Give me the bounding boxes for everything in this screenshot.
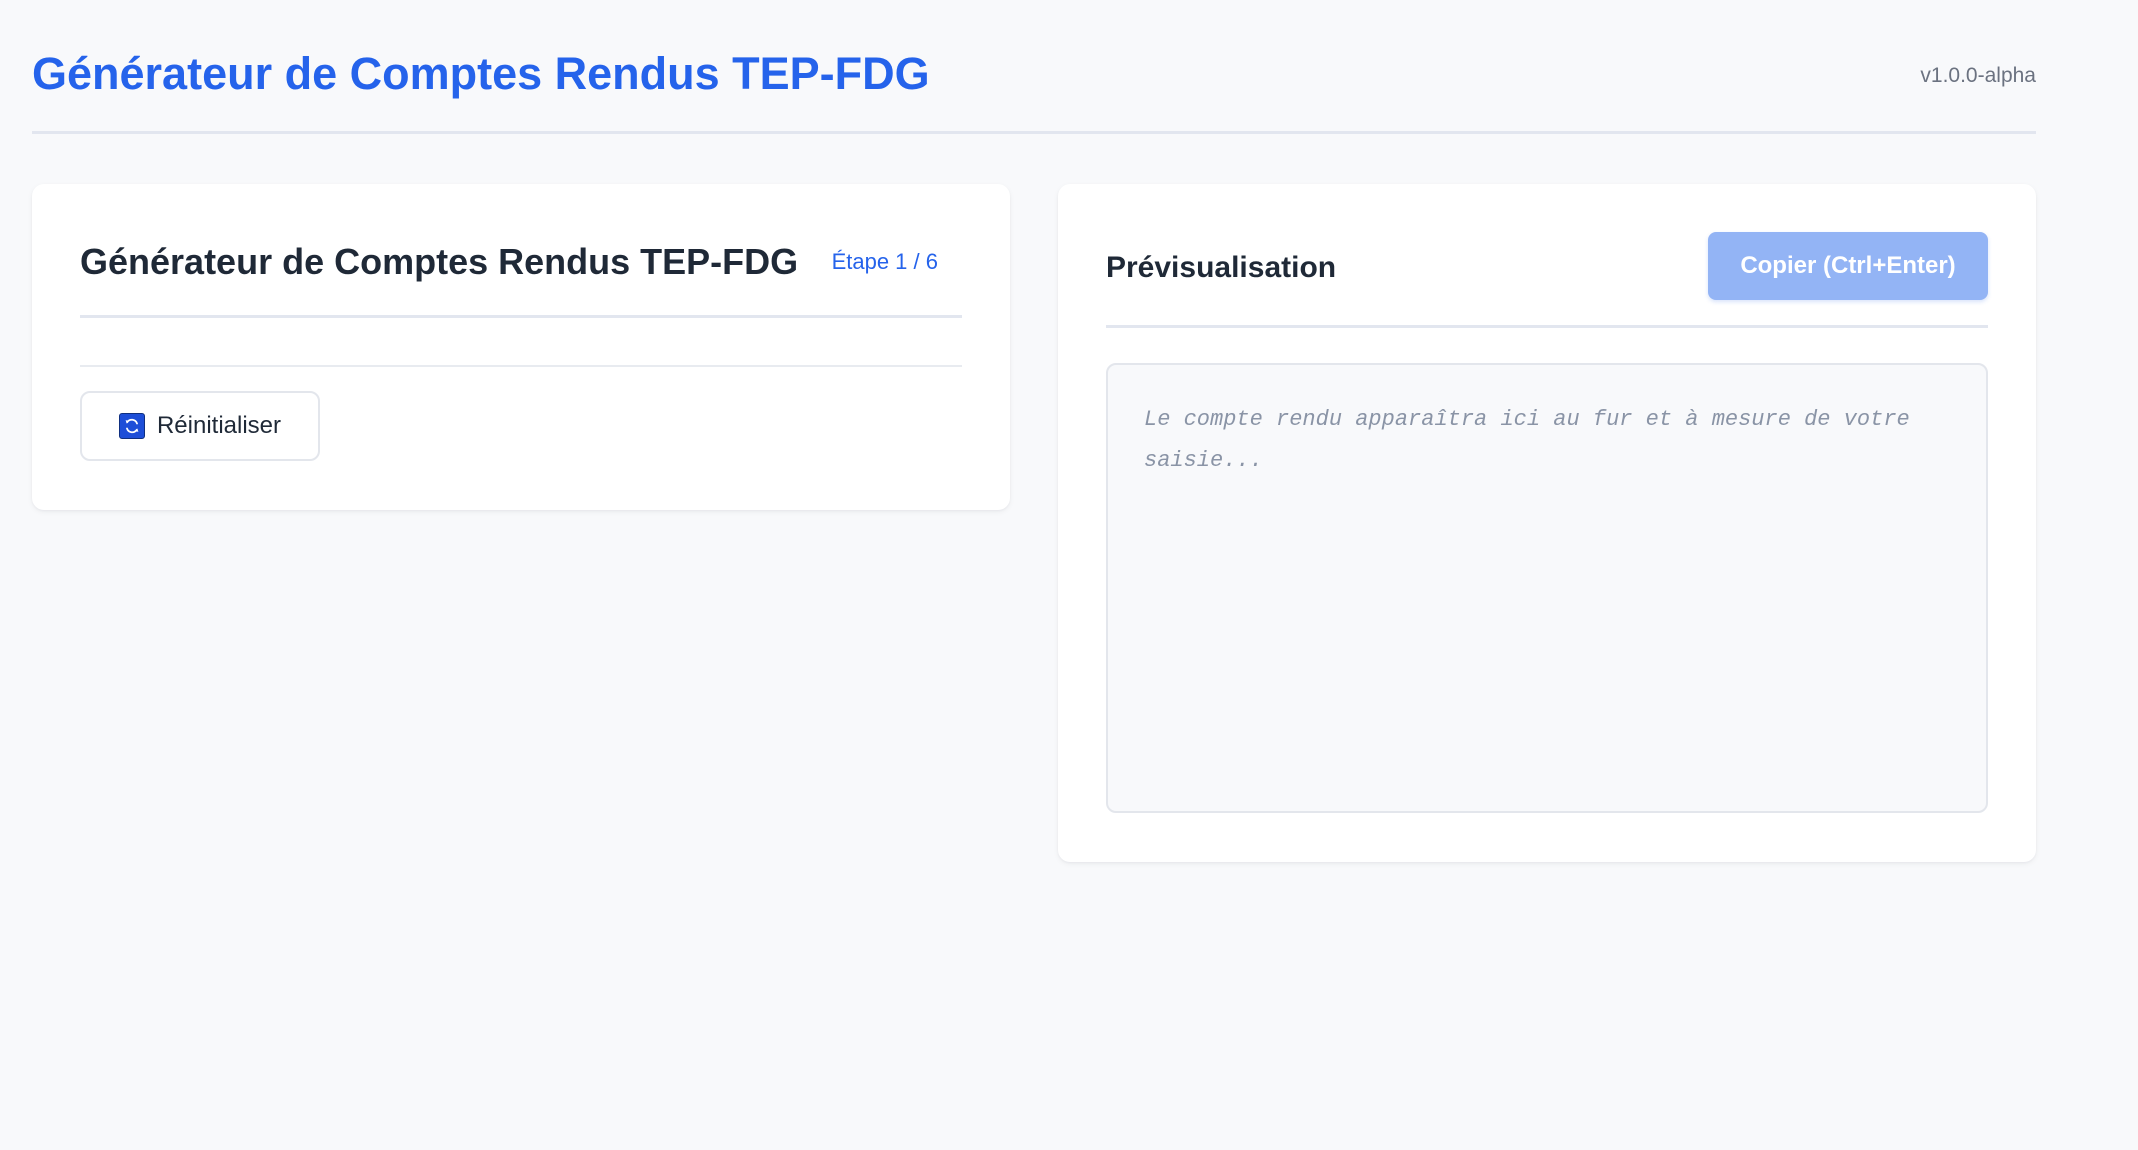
app-title: Générateur de Comptes Rendus TEP-FDG xyxy=(32,48,930,99)
form-panel: Générateur de Comptes Rendus TEP-FDG Éta… xyxy=(32,184,1010,510)
form-divider xyxy=(80,365,962,367)
preview-output[interactable]: Le compte rendu apparaîtra ici au fur et… xyxy=(1106,363,1988,813)
app-header: Générateur de Comptes Rendus TEP-FDG v1.… xyxy=(32,0,2036,134)
reset-button[interactable]: Réinitialiser xyxy=(80,391,320,461)
refresh-icon xyxy=(118,413,145,439)
form-panel-title: Générateur de Comptes Rendus TEP-FDG xyxy=(80,241,799,282)
copy-button[interactable]: Copier (Ctrl+Enter) xyxy=(1708,232,1988,300)
preview-panel-header: Prévisualisation Copier (Ctrl+Enter) xyxy=(1106,184,1988,328)
reset-button-label: Réinitialiser xyxy=(156,412,282,439)
step-indicator: Étape 1 / 6 xyxy=(831,249,938,274)
preview-placeholder: Le compte rendu apparaîtra ici au fur et… xyxy=(1144,407,1910,473)
preview-title: Prévisualisation xyxy=(1106,251,1337,284)
version-label: v1.0.0-alpha xyxy=(1920,64,2036,87)
preview-panel: Prévisualisation Copier (Ctrl+Enter) Le … xyxy=(1058,184,2036,862)
form-panel-header: Générateur de Comptes Rendus TEP-FDG Éta… xyxy=(80,184,962,318)
